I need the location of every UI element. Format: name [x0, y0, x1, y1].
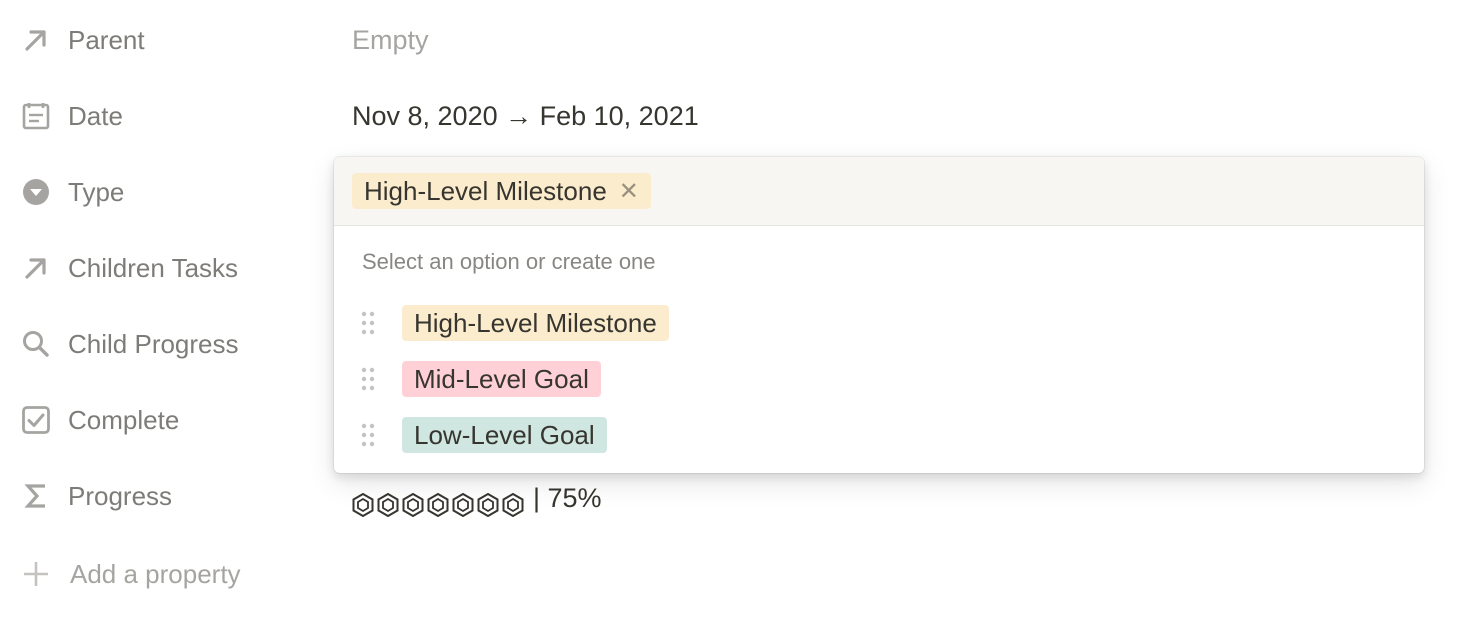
property-label: Complete	[68, 404, 180, 435]
hexagon-icon	[477, 486, 499, 518]
dropdown-hint: Select an option or create one	[362, 249, 656, 274]
property-row-children-tasks[interactable]: Children Tasks	[18, 246, 318, 290]
property-label: Children Tasks	[68, 252, 239, 283]
sigma-icon	[18, 478, 54, 514]
hexagon-icon	[502, 486, 524, 518]
property-label: Child Progress	[68, 328, 239, 359]
relation-arrow-icon	[18, 22, 54, 58]
select-dropdown[interactable]: High-Level Milestone ✕ Select an option …	[334, 157, 1424, 473]
select-icon	[18, 174, 54, 210]
search-icon	[18, 326, 54, 362]
property-row-progress[interactable]: Progress	[18, 474, 318, 518]
property-label: Date	[68, 100, 123, 131]
parent-value[interactable]: Empty	[352, 18, 429, 62]
option-chip[interactable]: Low-Level Goal	[402, 417, 607, 453]
hexagon-icon	[377, 486, 399, 518]
hexagon-icon	[452, 486, 474, 518]
add-property-button[interactable]: Add a property	[18, 552, 241, 596]
drag-handle-icon[interactable]	[356, 309, 380, 337]
plus-icon	[18, 556, 54, 592]
relation-arrow-icon	[18, 250, 54, 286]
option-item[interactable]: Low-Level Goal	[356, 415, 607, 455]
drag-handle-icon[interactable]	[356, 365, 380, 393]
property-label: Progress	[68, 480, 173, 511]
option-chip[interactable]: High-Level Milestone	[402, 305, 669, 341]
selected-chip-label: High-Level Milestone	[364, 175, 607, 206]
option-item[interactable]: Mid-Level Goal	[356, 359, 601, 399]
property-row-child-progress[interactable]: Child Progress	[18, 322, 318, 366]
calendar-icon	[18, 98, 54, 134]
hexagon-icon	[352, 486, 374, 518]
property-row-parent[interactable]: Parent	[18, 18, 318, 62]
progress-value[interactable]: | 75%	[352, 476, 602, 520]
drag-handle-icon[interactable]	[356, 421, 380, 449]
property-row-date[interactable]: Date	[18, 94, 318, 138]
progress-percent: | 75%	[533, 483, 602, 513]
close-icon[interactable]: ✕	[619, 177, 639, 206]
progress-hexagons	[352, 486, 527, 518]
property-row-type[interactable]: Type	[18, 170, 318, 214]
date-value[interactable]: Nov 8, 2020 → Feb 10, 2021	[352, 94, 699, 138]
selected-options-input[interactable]: High-Level Milestone ✕	[334, 157, 1424, 226]
hexagon-icon	[402, 486, 424, 518]
add-property-label: Add a property	[70, 558, 241, 589]
property-label: Parent	[68, 24, 145, 55]
property-label: Type	[68, 176, 125, 207]
hexagon-icon	[427, 486, 449, 518]
checkbox-icon	[18, 402, 54, 438]
property-row-complete[interactable]: Complete	[18, 398, 318, 442]
option-item[interactable]: High-Level Milestone	[356, 303, 669, 343]
option-chip[interactable]: Mid-Level Goal	[402, 361, 601, 397]
selected-chip[interactable]: High-Level Milestone ✕	[352, 173, 651, 209]
